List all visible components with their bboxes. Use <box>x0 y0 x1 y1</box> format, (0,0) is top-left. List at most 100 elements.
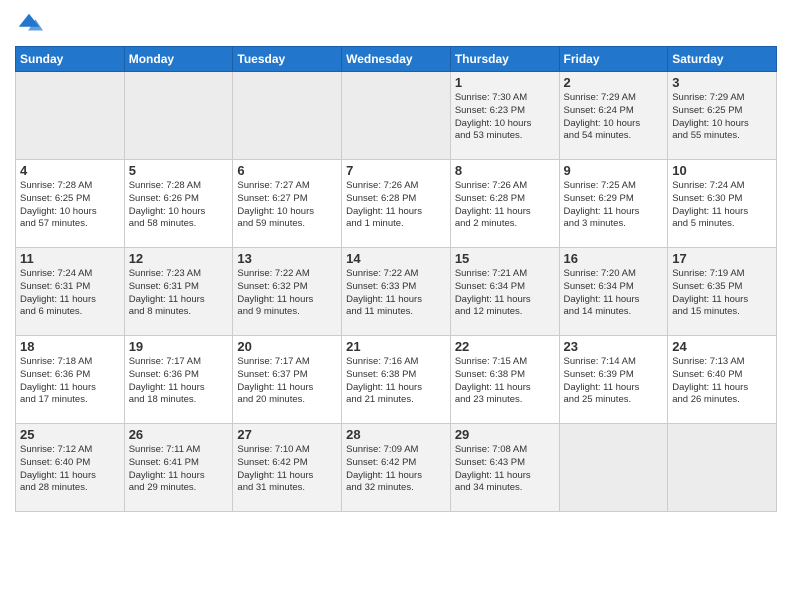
day-info: Sunrise: 7:12 AM Sunset: 6:40 PM Dayligh… <box>20 444 120 495</box>
day-header-sunday: Sunday <box>16 47 125 72</box>
day-info: Sunrise: 7:29 AM Sunset: 6:25 PM Dayligh… <box>672 92 772 143</box>
day-number: 2 <box>564 75 664 90</box>
day-number: 6 <box>237 163 337 178</box>
calendar: SundayMondayTuesdayWednesdayThursdayFrid… <box>15 46 777 512</box>
calendar-cell: 19 Sunrise: 7:17 AM Sunset: 6:36 PM Dayli… <box>124 336 233 424</box>
calendar-cell: 18 Sunrise: 7:18 AM Sunset: 6:36 PM Dayli… <box>16 336 125 424</box>
week-row-2: 4 Sunrise: 7:28 AM Sunset: 6:25 PM Daylig… <box>16 160 777 248</box>
calendar-cell: 9 Sunrise: 7:25 AM Sunset: 6:29 PM Daylig… <box>559 160 668 248</box>
day-number: 4 <box>20 163 120 178</box>
day-number: 16 <box>564 251 664 266</box>
calendar-cell: 6Sunrise: 7:27 AM Sunset: 6:27 PM Daylig… <box>233 160 342 248</box>
calendar-cell: 27 Sunrise: 7:10 AM Sunset: 6:42 PM Dayli… <box>233 424 342 512</box>
day-number: 14 <box>346 251 446 266</box>
calendar-cell <box>233 72 342 160</box>
day-info: Sunrise: 7:24 AM Sunset: 6:30 PM Dayligh… <box>672 180 772 231</box>
calendar-cell: 14 Sunrise: 7:22 AM Sunset: 6:33 PM Dayli… <box>342 248 451 336</box>
day-header-friday: Friday <box>559 47 668 72</box>
day-number: 22 <box>455 339 555 354</box>
day-number: 25 <box>20 427 120 442</box>
day-info: Sunrise: 7:22 AM Sunset: 6:33 PM Dayligh… <box>346 268 446 319</box>
day-header-tuesday: Tuesday <box>233 47 342 72</box>
day-info: Sunrise: 7:29 AM Sunset: 6:24 PM Dayligh… <box>564 92 664 143</box>
calendar-cell: 20Sunrise: 7:17 AM Sunset: 6:37 PM Dayli… <box>233 336 342 424</box>
calendar-cell <box>124 72 233 160</box>
day-info: Sunrise: 7:30 AM Sunset: 6:23 PM Dayligh… <box>455 92 555 143</box>
day-info: Sunrise: 7:28 AM Sunset: 6:25 PM Dayligh… <box>20 180 120 231</box>
calendar-cell: 15Sunrise: 7:21 AM Sunset: 6:34 PM Dayli… <box>450 248 559 336</box>
calendar-cell: 5Sunrise: 7:28 AM Sunset: 6:26 PM Daylig… <box>124 160 233 248</box>
day-info: Sunrise: 7:19 AM Sunset: 6:35 PM Dayligh… <box>672 268 772 319</box>
day-number: 26 <box>129 427 229 442</box>
calendar-cell: 13 Sunrise: 7:22 AM Sunset: 6:32 PM Dayli… <box>233 248 342 336</box>
day-number: 1 <box>455 75 555 90</box>
day-number: 12 <box>129 251 229 266</box>
calendar-cell: 7 Sunrise: 7:26 AM Sunset: 6:28 PM Daylig… <box>342 160 451 248</box>
header <box>15 10 777 38</box>
calendar-cell: 1 Sunrise: 7:30 AM Sunset: 6:23 PM Daylig… <box>450 72 559 160</box>
day-number: 9 <box>564 163 664 178</box>
day-info: Sunrise: 7:26 AM Sunset: 6:28 PM Dayligh… <box>346 180 446 231</box>
day-number: 18 <box>20 339 120 354</box>
day-number: 10 <box>672 163 772 178</box>
day-number: 3 <box>672 75 772 90</box>
calendar-cell: 28 Sunrise: 7:09 AM Sunset: 6:42 PM Dayli… <box>342 424 451 512</box>
day-number: 13 <box>237 251 337 266</box>
day-info: Sunrise: 7:20 AM Sunset: 6:34 PM Dayligh… <box>564 268 664 319</box>
day-info: Sunrise: 7:21 AM Sunset: 6:34 PM Dayligh… <box>455 268 555 319</box>
calendar-cell: 29 Sunrise: 7:08 AM Sunset: 6:43 PM Dayli… <box>450 424 559 512</box>
calendar-cell: 8Sunrise: 7:26 AM Sunset: 6:28 PM Daylig… <box>450 160 559 248</box>
day-info: Sunrise: 7:08 AM Sunset: 6:43 PM Dayligh… <box>455 444 555 495</box>
day-number: 23 <box>564 339 664 354</box>
calendar-cell: 3 Sunrise: 7:29 AM Sunset: 6:25 PM Daylig… <box>668 72 777 160</box>
day-info: Sunrise: 7:17 AM Sunset: 6:37 PM Dayligh… <box>237 356 337 407</box>
day-header-monday: Monday <box>124 47 233 72</box>
day-number: 29 <box>455 427 555 442</box>
week-row-3: 11 Sunrise: 7:24 AM Sunset: 6:31 PM Dayli… <box>16 248 777 336</box>
day-info: Sunrise: 7:13 AM Sunset: 6:40 PM Dayligh… <box>672 356 772 407</box>
calendar-cell: 26 Sunrise: 7:11 AM Sunset: 6:41 PM Dayli… <box>124 424 233 512</box>
calendar-cell: 11 Sunrise: 7:24 AM Sunset: 6:31 PM Dayli… <box>16 248 125 336</box>
day-info: Sunrise: 7:23 AM Sunset: 6:31 PM Dayligh… <box>129 268 229 319</box>
day-header-thursday: Thursday <box>450 47 559 72</box>
week-row-4: 18 Sunrise: 7:18 AM Sunset: 6:36 PM Dayli… <box>16 336 777 424</box>
day-info: Sunrise: 7:09 AM Sunset: 6:42 PM Dayligh… <box>346 444 446 495</box>
calendar-cell: 24 Sunrise: 7:13 AM Sunset: 6:40 PM Dayli… <box>668 336 777 424</box>
calendar-cell: 21 Sunrise: 7:16 AM Sunset: 6:38 PM Dayli… <box>342 336 451 424</box>
day-info: Sunrise: 7:11 AM Sunset: 6:41 PM Dayligh… <box>129 444 229 495</box>
day-number: 21 <box>346 339 446 354</box>
day-number: 8 <box>455 163 555 178</box>
day-number: 11 <box>20 251 120 266</box>
day-number: 28 <box>346 427 446 442</box>
day-header-wednesday: Wednesday <box>342 47 451 72</box>
calendar-cell: 16 Sunrise: 7:20 AM Sunset: 6:34 PM Dayli… <box>559 248 668 336</box>
day-info: Sunrise: 7:22 AM Sunset: 6:32 PM Dayligh… <box>237 268 337 319</box>
calendar-cell: 25 Sunrise: 7:12 AM Sunset: 6:40 PM Dayli… <box>16 424 125 512</box>
day-info: Sunrise: 7:17 AM Sunset: 6:36 PM Dayligh… <box>129 356 229 407</box>
day-number: 17 <box>672 251 772 266</box>
day-info: Sunrise: 7:16 AM Sunset: 6:38 PM Dayligh… <box>346 356 446 407</box>
calendar-cell: 4 Sunrise: 7:28 AM Sunset: 6:25 PM Daylig… <box>16 160 125 248</box>
day-number: 24 <box>672 339 772 354</box>
calendar-cell <box>16 72 125 160</box>
day-header-row: SundayMondayTuesdayWednesdayThursdayFrid… <box>16 47 777 72</box>
day-number: 7 <box>346 163 446 178</box>
logo-icon <box>15 10 43 38</box>
day-number: 27 <box>237 427 337 442</box>
day-info: Sunrise: 7:10 AM Sunset: 6:42 PM Dayligh… <box>237 444 337 495</box>
week-row-5: 25 Sunrise: 7:12 AM Sunset: 6:40 PM Dayli… <box>16 424 777 512</box>
day-number: 19 <box>129 339 229 354</box>
calendar-cell <box>342 72 451 160</box>
calendar-cell: 2 Sunrise: 7:29 AM Sunset: 6:24 PM Daylig… <box>559 72 668 160</box>
day-header-saturday: Saturday <box>668 47 777 72</box>
calendar-cell <box>559 424 668 512</box>
day-info: Sunrise: 7:14 AM Sunset: 6:39 PM Dayligh… <box>564 356 664 407</box>
logo <box>15 10 47 38</box>
day-info: Sunrise: 7:18 AM Sunset: 6:36 PM Dayligh… <box>20 356 120 407</box>
calendar-cell: 22Sunrise: 7:15 AM Sunset: 6:38 PM Dayli… <box>450 336 559 424</box>
day-info: Sunrise: 7:25 AM Sunset: 6:29 PM Dayligh… <box>564 180 664 231</box>
day-info: Sunrise: 7:24 AM Sunset: 6:31 PM Dayligh… <box>20 268 120 319</box>
page: SundayMondayTuesdayWednesdayThursdayFrid… <box>0 0 792 612</box>
day-number: 5 <box>129 163 229 178</box>
calendar-cell: 10 Sunrise: 7:24 AM Sunset: 6:30 PM Dayli… <box>668 160 777 248</box>
